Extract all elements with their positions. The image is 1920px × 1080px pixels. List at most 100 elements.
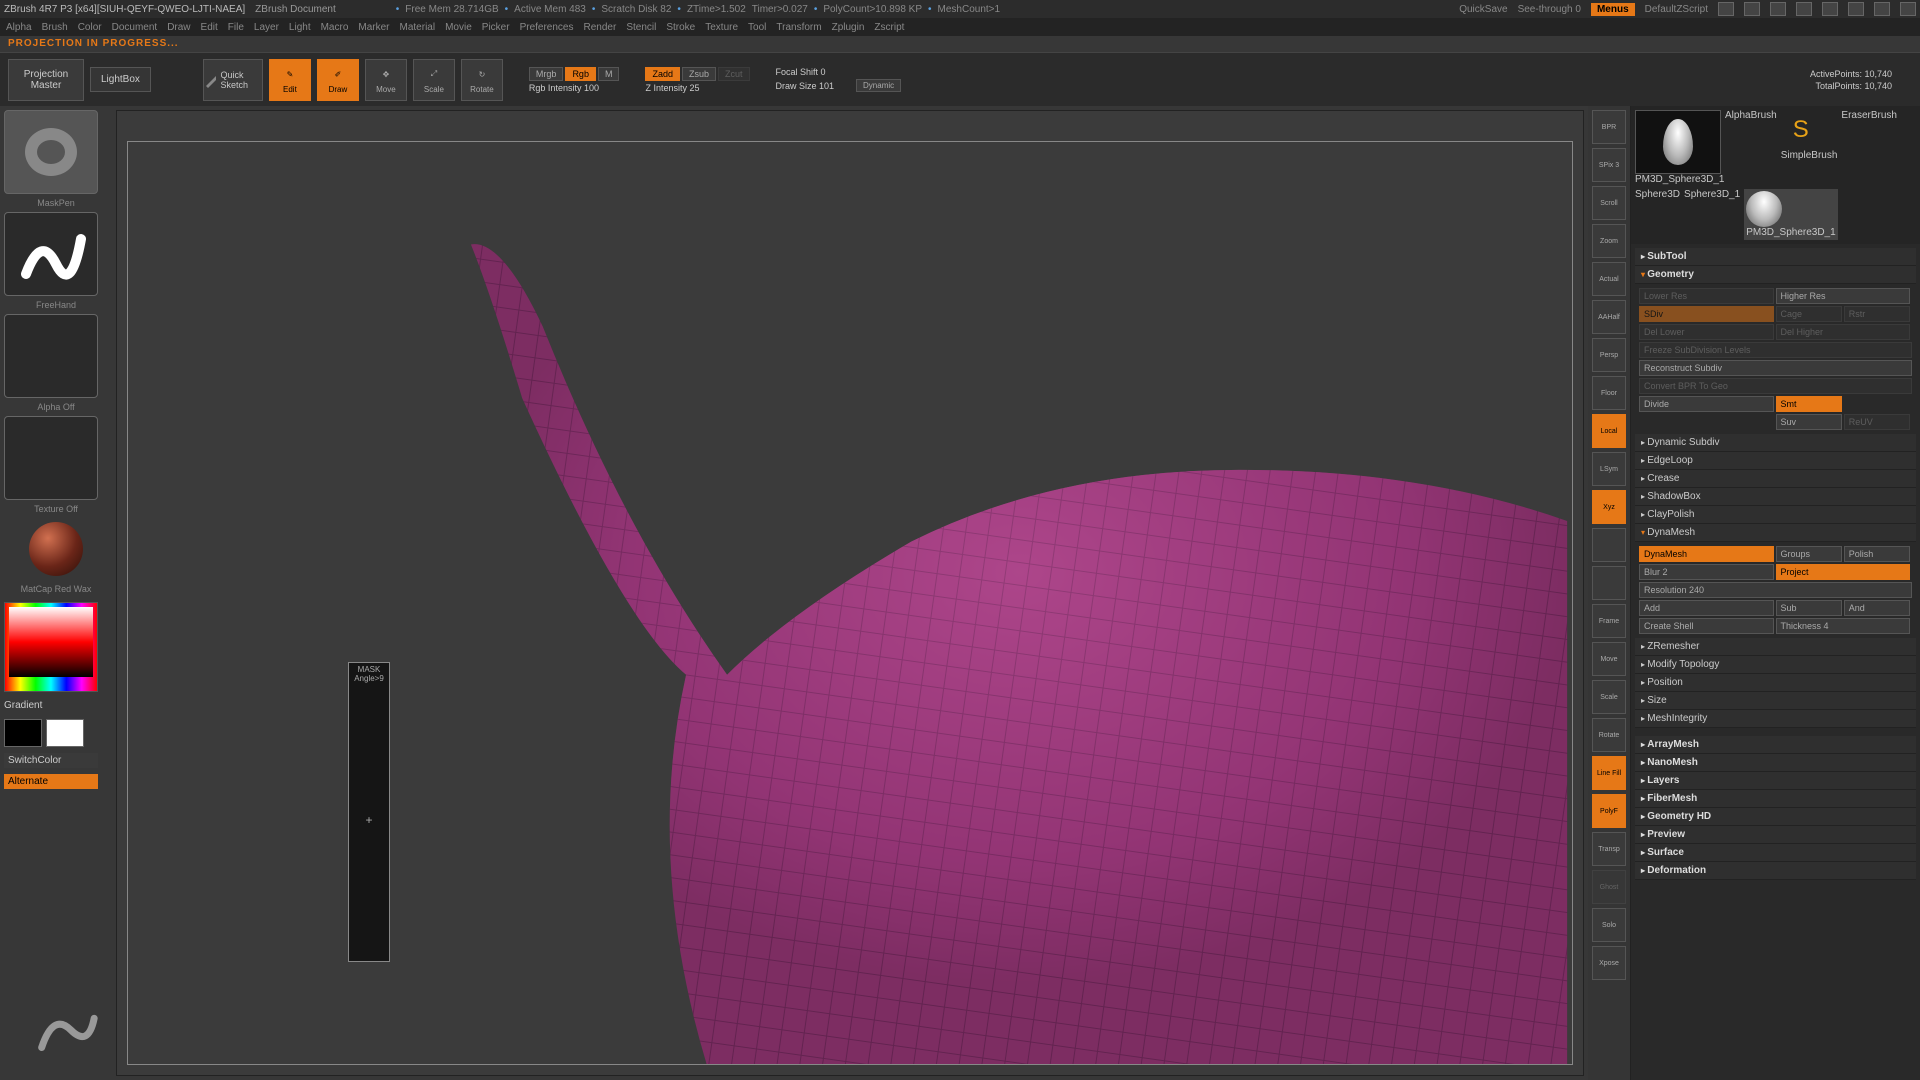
menu-zplugin[interactable]: Zplugin (832, 22, 865, 33)
menu-transform[interactable]: Transform (776, 22, 821, 33)
quicksave[interactable]: QuickSave (1459, 4, 1507, 15)
menu-stroke[interactable]: Stroke (666, 22, 695, 33)
menu-movie[interactable]: Movie (445, 22, 472, 33)
deformation-section[interactable]: Deformation (1635, 862, 1916, 880)
menu-material[interactable]: Material (400, 22, 436, 33)
frame-button[interactable]: Frame (1592, 604, 1626, 638)
scale-mode[interactable]: ⤢Scale (413, 59, 455, 101)
scale-nav-button[interactable]: Scale (1592, 680, 1626, 714)
modify-topology[interactable]: Modify Topology (1635, 656, 1916, 674)
default-zscript[interactable]: DefaultZScript (1645, 4, 1708, 15)
preview-section[interactable]: Preview (1635, 826, 1916, 844)
color-picker[interactable] (4, 602, 98, 692)
tool-sphere3d-1[interactable]: Sphere3D_1 (1684, 189, 1740, 240)
canvas[interactable]: MASK Angle>9 + (116, 110, 1584, 1076)
scroll-button[interactable]: Scroll (1592, 186, 1626, 220)
menu-marker[interactable]: Marker (358, 22, 389, 33)
layers-section[interactable]: Layers (1635, 772, 1916, 790)
geometryhd-section[interactable]: Geometry HD (1635, 808, 1916, 826)
zadd-button[interactable]: Zadd (645, 67, 680, 81)
menu-texture[interactable]: Texture (705, 22, 738, 33)
dynamesh-button[interactable]: DynaMesh (1639, 546, 1774, 562)
local-button[interactable]: Local (1592, 414, 1626, 448)
tool-simplebrush[interactable]: SSimpleBrush (1781, 110, 1838, 185)
focal-shift[interactable]: Focal Shift 0 (776, 67, 902, 77)
layout-btn-3[interactable] (1770, 2, 1786, 16)
edgeloop-section[interactable]: EdgeLoop (1635, 452, 1916, 470)
persp-button[interactable]: Persp (1592, 338, 1626, 372)
brush-thumb[interactable] (4, 110, 98, 194)
freeze-subdiv[interactable]: Freeze SubDivision Levels (1639, 342, 1912, 358)
minimize-icon[interactable] (1848, 2, 1864, 16)
move-nav-button[interactable]: Move (1592, 642, 1626, 676)
maximize-icon[interactable] (1874, 2, 1890, 16)
geometry-section[interactable]: Geometry (1635, 266, 1916, 284)
draw-mode[interactable]: ✐Draw (317, 59, 359, 101)
xpose-button[interactable]: Xpose (1592, 946, 1626, 980)
zsub-button[interactable]: Zsub (682, 67, 716, 81)
del-higher[interactable]: Del Higher (1776, 324, 1911, 340)
meshintegrity-section[interactable]: MeshIntegrity (1635, 710, 1916, 728)
menu-tool[interactable]: Tool (748, 22, 766, 33)
fibermesh-section[interactable]: FiberMesh (1635, 790, 1916, 808)
nav-blank1[interactable] (1592, 528, 1626, 562)
rotate-mode[interactable]: ↻Rotate (461, 59, 503, 101)
menu-macro[interactable]: Macro (321, 22, 349, 33)
higher-res[interactable]: Higher Res (1776, 288, 1911, 304)
menu-document[interactable]: Document (112, 22, 158, 33)
menu-brush[interactable]: Brush (42, 22, 68, 33)
blur-slider[interactable]: Blur 2 (1639, 564, 1774, 580)
subtool-section[interactable]: SubTool (1635, 248, 1916, 266)
menu-picker[interactable]: Picker (482, 22, 510, 33)
move-mode[interactable]: ✥Move (365, 59, 407, 101)
suv-button[interactable]: Suv (1776, 414, 1842, 430)
close-icon[interactable] (1900, 2, 1916, 16)
menu-layer[interactable]: Layer (254, 22, 279, 33)
z-intensity[interactable]: Z Intensity 25 (645, 83, 749, 93)
cage[interactable]: Cage (1776, 306, 1842, 322)
aahalf-button[interactable]: AAHalf (1592, 300, 1626, 334)
menu-preferences[interactable]: Preferences (520, 22, 574, 33)
draw-size[interactable]: Draw Size 101 (776, 81, 835, 91)
dynamesh-section[interactable]: DynaMesh (1635, 524, 1916, 542)
gradient-label[interactable]: Gradient (4, 700, 108, 711)
nav-blank2[interactable] (1592, 566, 1626, 600)
layout-btn-4[interactable] (1796, 2, 1812, 16)
quick-sketch[interactable]: Quick Sketch (203, 59, 263, 101)
alpha-thumb[interactable] (4, 314, 98, 398)
menu-file[interactable]: File (228, 22, 244, 33)
m-button[interactable]: M (598, 67, 620, 81)
lsym-button[interactable]: LSym (1592, 452, 1626, 486)
projection-master[interactable]: Projection Master (8, 59, 84, 101)
tool-eraserbrush[interactable]: EraserBrush (1841, 110, 1897, 185)
arraymesh-section[interactable]: ArrayMesh (1635, 736, 1916, 754)
smt-button[interactable]: Smt (1776, 396, 1842, 412)
tool-current[interactable]: PM3D_Sphere3D_1 (1635, 110, 1721, 185)
edit-mode[interactable]: ✎Edit (269, 59, 311, 101)
polyf-button[interactable]: PolyF (1592, 794, 1626, 828)
shadowbox-section[interactable]: ShadowBox (1635, 488, 1916, 506)
layout-btn-2[interactable] (1744, 2, 1760, 16)
crease-section[interactable]: Crease (1635, 470, 1916, 488)
menu-render[interactable]: Render (584, 22, 617, 33)
material-thumb[interactable] (29, 522, 83, 576)
rgb-intensity[interactable]: Rgb Intensity 100 (529, 83, 620, 93)
actual-button[interactable]: Actual (1592, 262, 1626, 296)
bpr-button[interactable]: BPR (1592, 110, 1626, 144)
menu-color[interactable]: Color (78, 22, 102, 33)
spix-button[interactable]: SPix 3 (1592, 148, 1626, 182)
menu-edit[interactable]: Edit (201, 22, 218, 33)
help-btn[interactable] (1822, 2, 1838, 16)
tool-alphabrush[interactable]: AlphaBrush (1725, 110, 1777, 185)
resolution-slider[interactable]: Resolution 240 (1639, 582, 1912, 598)
zcut-button[interactable]: Zcut (718, 67, 750, 81)
tool-pm3d[interactable]: PM3D_Sphere3D_1 (1744, 189, 1838, 240)
stroke-thumb[interactable] (4, 212, 98, 296)
thickness-slider[interactable]: Thickness 4 (1776, 618, 1911, 634)
transp-button[interactable]: Transp (1592, 832, 1626, 866)
nanomesh-section[interactable]: NanoMesh (1635, 754, 1916, 772)
claypolish-section[interactable]: ClayPolish (1635, 506, 1916, 524)
surface-section[interactable]: Surface (1635, 844, 1916, 862)
zoom-button[interactable]: Zoom (1592, 224, 1626, 258)
tool-sphere3d[interactable]: Sphere3D (1635, 189, 1680, 240)
